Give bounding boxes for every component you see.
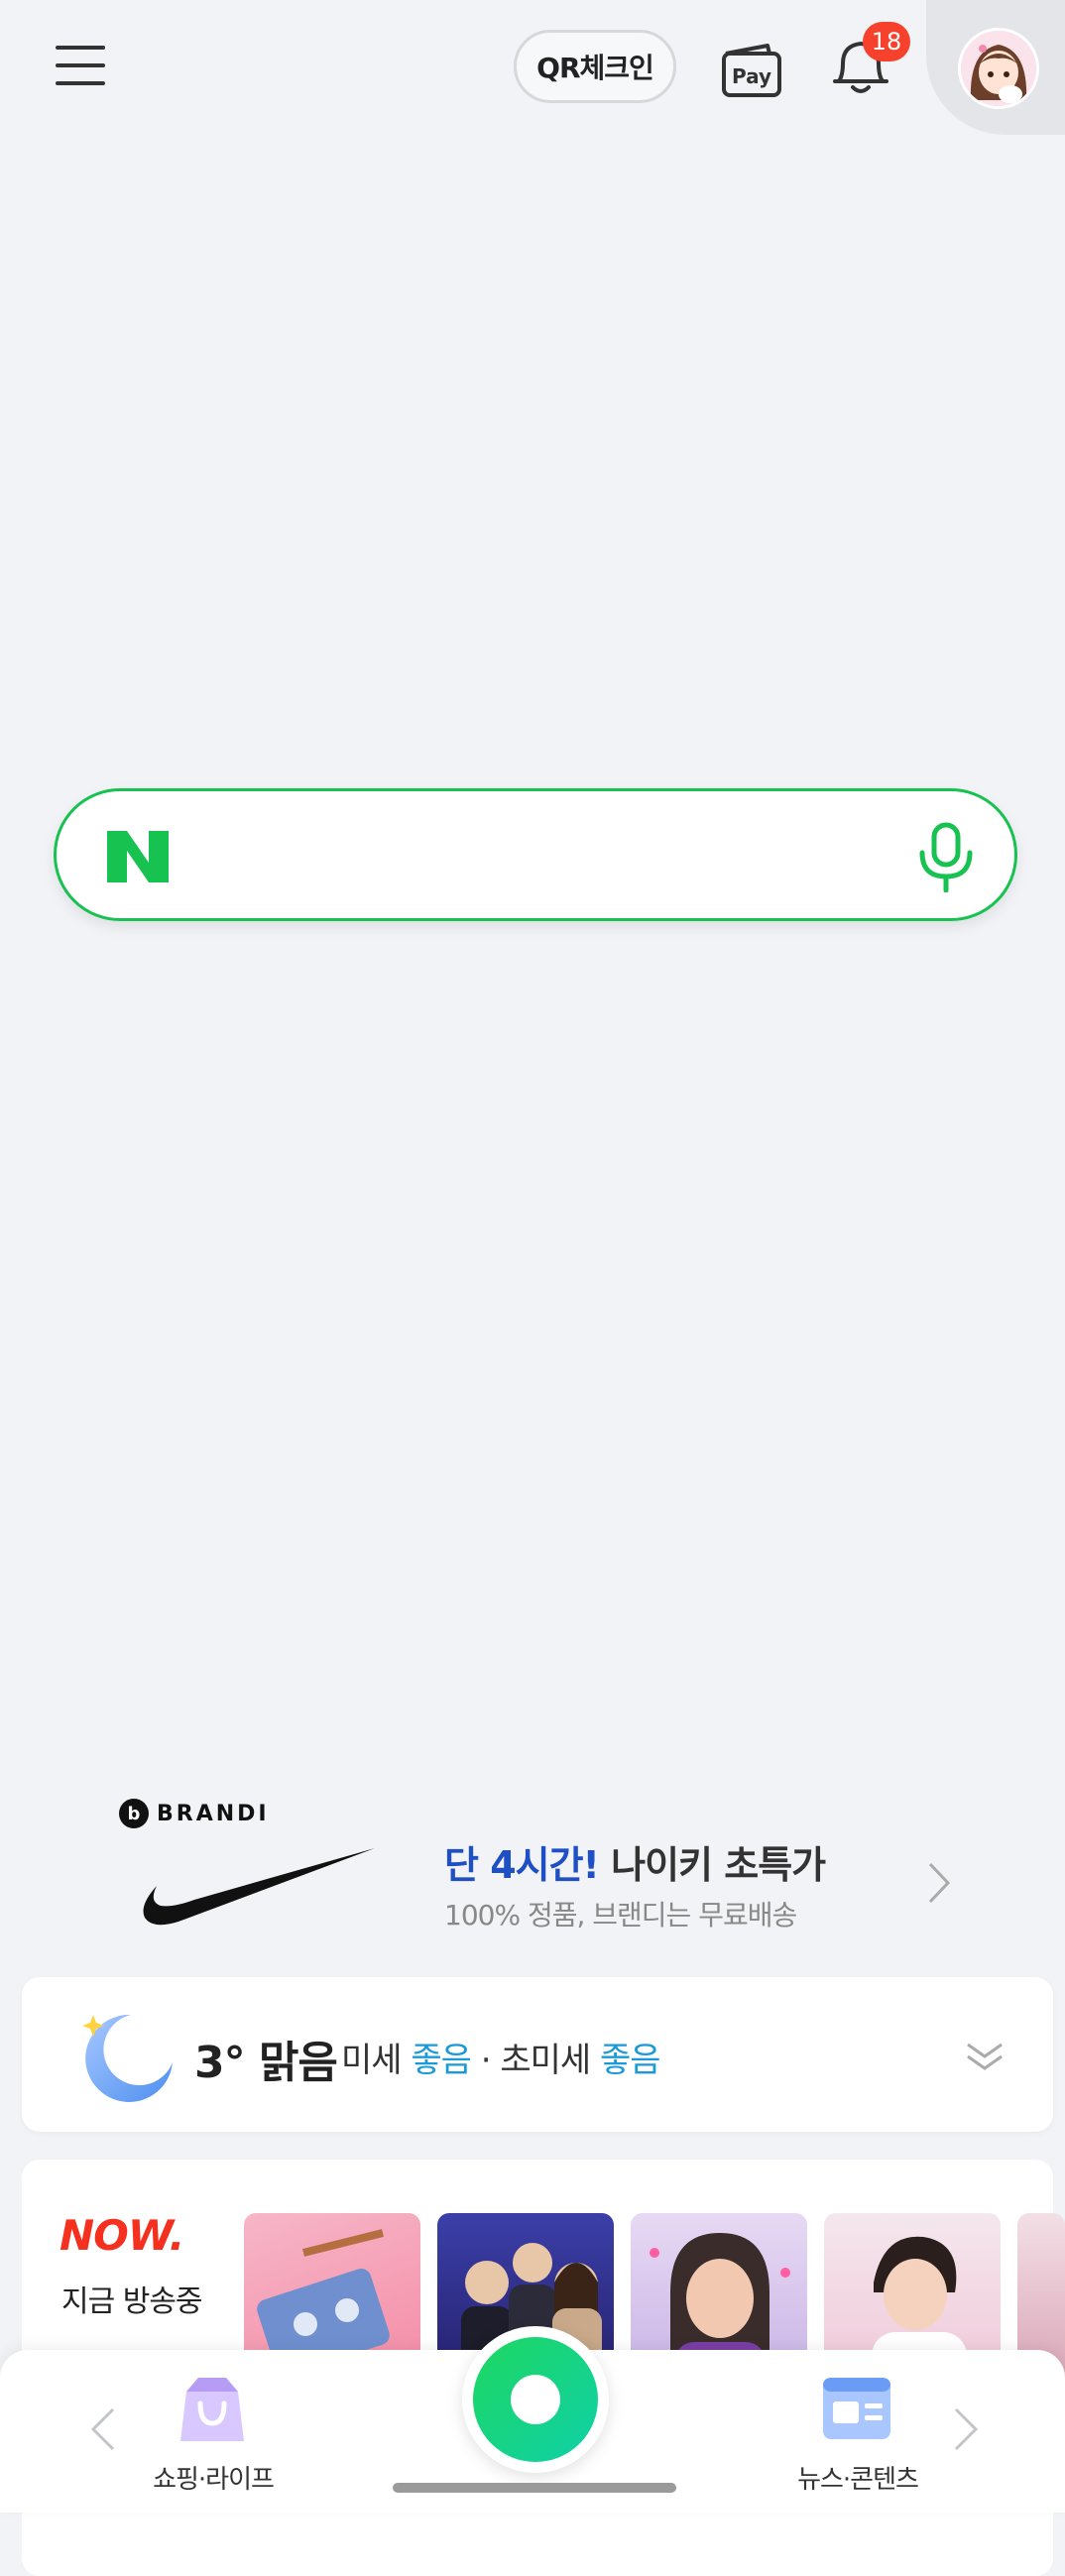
search-input[interactable] [54, 788, 1017, 921]
moon-icon [71, 2001, 178, 2108]
avatar-illustration-icon [961, 31, 1036, 106]
ad-headline-rest: 나이키 초특가 [598, 1843, 826, 1887]
ultrafine-dust-value: 좋음 [600, 2041, 661, 2080]
news-tab-label: 뉴스·콘텐츠 [797, 2465, 919, 2495]
svg-text:Pay: Pay [732, 64, 771, 88]
separator: · [470, 2041, 501, 2080]
ad-headline-highlight: 단 4시간! [444, 1843, 600, 1887]
qr-checkin-button[interactable]: QR체크인 [514, 30, 676, 103]
microphone-icon [919, 822, 973, 893]
nike-logo [139, 1840, 377, 1930]
chevron-right-icon [954, 2407, 979, 2451]
chevron-left-icon [90, 2407, 115, 2451]
air-quality: 미세 좋음 · 초미세 좋음 [341, 2033, 661, 2081]
shopping-bag-icon [180, 2378, 244, 2441]
fine-dust-label: 미세 [341, 2041, 403, 2080]
now-label: 지금 방송중 [61, 2284, 203, 2319]
nav-next-button[interactable] [952, 2405, 980, 2453]
green-dot-button[interactable] [462, 2326, 609, 2473]
brandi-wordmark: BRANDI [157, 1801, 270, 1826]
weather-condition: 맑음 [258, 2038, 338, 2088]
ad-next-button[interactable] [924, 1860, 954, 1906]
pay-wallet-icon: Pay [722, 44, 781, 97]
pay-button[interactable]: Pay [718, 36, 783, 101]
now-logo: NOW. [59, 2211, 184, 2260]
profile-avatar[interactable] [958, 28, 1039, 109]
chevron-right-icon [928, 1862, 951, 1904]
ad-headline: 단 4시간! 나이키 초특가 [444, 1834, 826, 1889]
nav-prev-button[interactable] [89, 2405, 117, 2453]
nike-swoosh-icon [143, 1848, 375, 1926]
voice-search-button[interactable] [916, 821, 976, 893]
naver-logo [105, 829, 171, 884]
weather-temperature: 3° 맑음 [194, 2027, 338, 2090]
news-tab[interactable] [817, 2372, 896, 2447]
brandi-logo: b BRANDI [119, 1799, 270, 1828]
temperature-value: 3° [194, 2038, 246, 2088]
weather-expand-button[interactable] [964, 2039, 1006, 2074]
ad-subtext: 100% 정품, 브랜디는 무료배송 [444, 1899, 797, 1932]
naver-n-icon [107, 831, 169, 882]
fine-dust-value: 좋음 [411, 2041, 472, 2080]
notification-count-badge: 18 [863, 22, 910, 61]
menu-button[interactable] [52, 40, 111, 89]
ultrafine-dust-label: 초미세 [500, 2041, 591, 2080]
shopping-tab[interactable] [173, 2372, 252, 2447]
double-chevron-down-icon [967, 2043, 1003, 2070]
brandi-b-icon: b [119, 1799, 149, 1828]
shopping-tab-label: 쇼핑·라이프 [153, 2465, 275, 2495]
green-dot-ring [473, 2337, 598, 2462]
news-card-icon [823, 2378, 890, 2439]
home-indicator [393, 2483, 676, 2493]
green-dot-center [511, 2375, 560, 2424]
